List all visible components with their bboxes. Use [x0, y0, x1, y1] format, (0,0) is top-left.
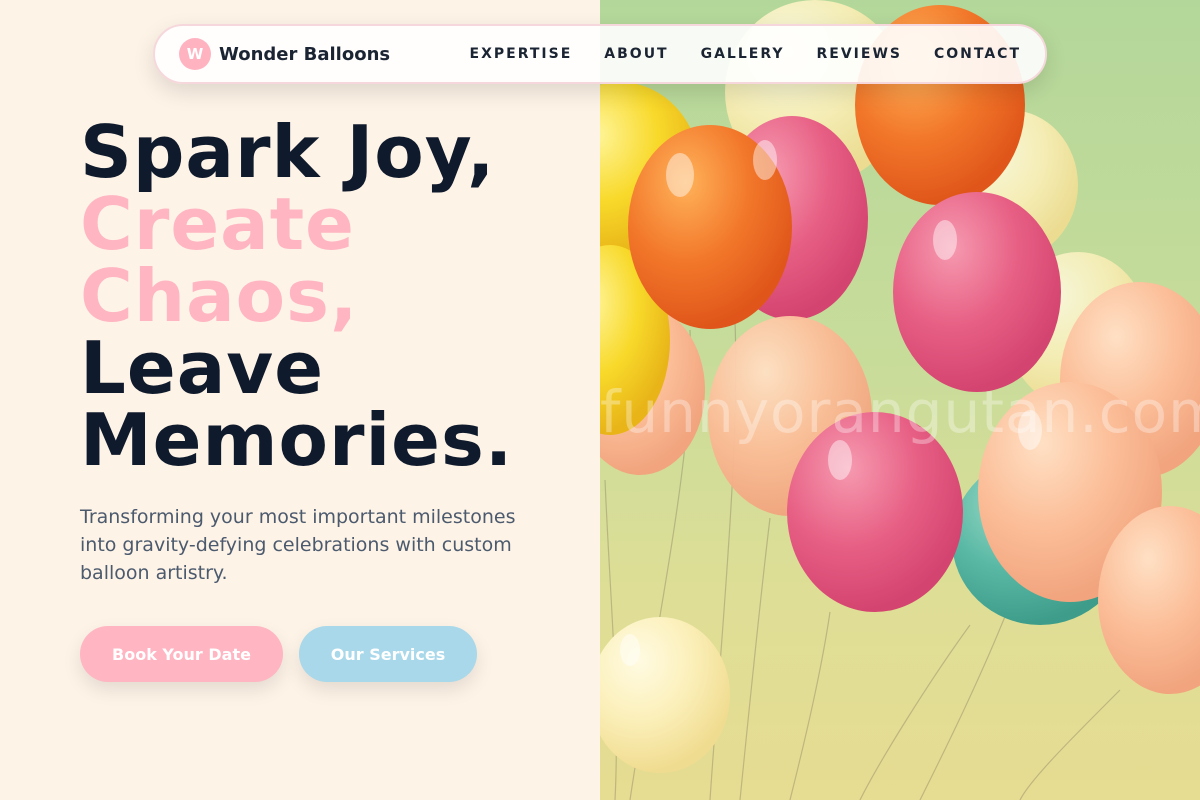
hero-title-line: Leave	[80, 326, 325, 410]
our-services-button[interactable]: Our Services	[299, 626, 477, 682]
nav-link-about[interactable]: ABOUT	[604, 46, 668, 62]
brand-logo-icon: W	[179, 38, 211, 70]
top-navbar: W Wonder Balloons EXPERTISE ABOUT GALLER…	[153, 24, 1047, 84]
watermark-text: funnyorangutan.com	[600, 378, 1200, 446]
hero-title-line: Chaos,	[80, 254, 359, 338]
hero-balloon-photo: funnyorangutan.com	[600, 0, 1200, 800]
brand-name: Wonder Balloons	[219, 43, 391, 65]
hero-title: Spark Joy, Create Chaos, Leave Memories.	[80, 116, 513, 476]
hero-title-line: Memories.	[80, 398, 514, 482]
book-your-date-button[interactable]: Book Your Date	[80, 626, 283, 682]
hero-title-line: Create	[80, 182, 356, 266]
nav-links: EXPERTISE ABOUT GALLERY REVIEWS CONTACT	[470, 46, 1021, 62]
nav-link-contact[interactable]: CONTACT	[934, 46, 1021, 62]
brand[interactable]: W Wonder Balloons	[179, 38, 390, 70]
hero-title-line: Spark Joy,	[80, 110, 496, 194]
nav-link-reviews[interactable]: REVIEWS	[817, 46, 902, 62]
nav-link-expertise[interactable]: EXPERTISE	[470, 46, 573, 62]
nav-link-gallery[interactable]: GALLERY	[701, 46, 785, 62]
hero-subtitle: Transforming your most important milesto…	[80, 506, 516, 584]
